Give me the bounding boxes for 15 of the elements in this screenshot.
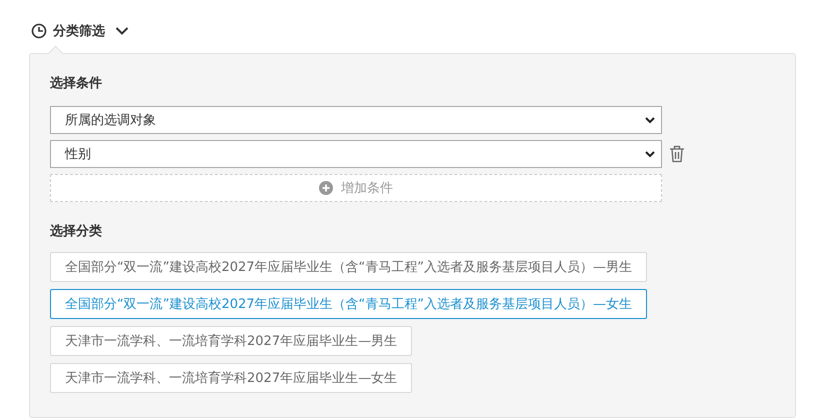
chevron-icon[interactable] xyxy=(115,26,129,36)
dropdown[interactable]: 性别 xyxy=(50,140,662,168)
category-option[interactable]: 天津市一流学科、一流培育学科2027年应届毕业生—女生 xyxy=(50,363,412,393)
caret-icon xyxy=(645,116,655,124)
caret-icon xyxy=(645,150,655,158)
category-option[interactable]: 全国部分“双一流”建设高校2027年应届毕业生（含“青马工程”入选者及服务基层项目人员）—男生 xyxy=(50,252,648,282)
dropdown[interactable]: 所属的选调对象 xyxy=(50,106,662,134)
trash-icon[interactable] xyxy=(669,145,685,163)
section-title: 分类筛选 xyxy=(53,23,105,40)
category-option[interactable]: 天津市一流学科、一流培育学科2027年应届毕业生—男生 xyxy=(50,326,412,356)
category-option[interactable]: 全国部分“双一流”建设高校2027年应届毕业生（含“青马工程”入选者及服务基层项目人员）—女生 xyxy=(50,289,648,319)
plus-icon xyxy=(319,181,333,195)
clock-icon xyxy=(31,23,47,39)
section-heading: 选择条件 xyxy=(50,75,103,92)
section-heading: 选择分类 xyxy=(50,223,103,240)
